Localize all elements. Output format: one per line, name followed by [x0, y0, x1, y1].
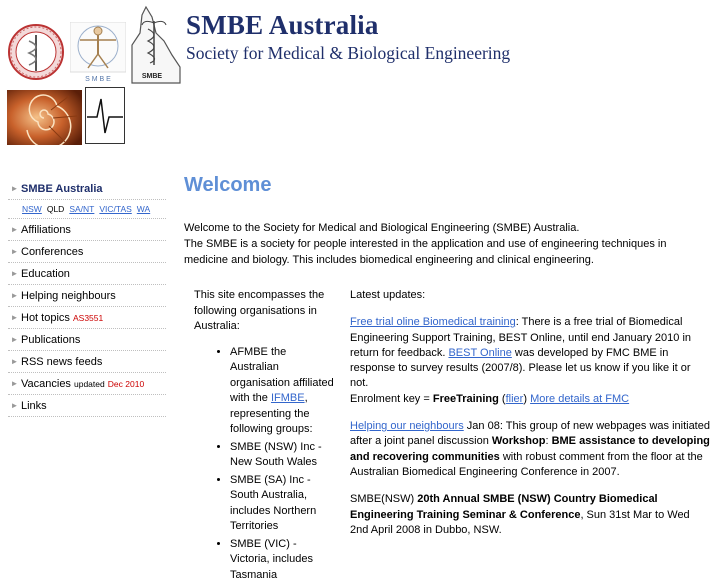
sidebar-item-label: Conferences	[21, 245, 84, 258]
sidebar-item-label: Hot topics	[21, 311, 70, 324]
organisations-column: This site encompasses the following orga…	[194, 288, 336, 585]
sidebar-item-conferences[interactable]: ► Conferences	[8, 241, 166, 263]
sidebar-item-label: Publications	[21, 333, 81, 346]
site-subtitle: Society for Medical & Biological Enginee…	[186, 43, 511, 63]
organisations-lead: This site encompasses the following orga…	[194, 289, 325, 332]
sidebar-item-links[interactable]: ► Links	[8, 395, 166, 417]
update-country-seminar: SMBE(NSW) 20th Annual SMBE (NSW) Country…	[350, 493, 690, 536]
chevron-right-icon: ►	[10, 335, 19, 344]
vacancies-note: updated	[74, 378, 105, 389]
sidebar-item-publications[interactable]: ► Publications	[8, 329, 166, 351]
intro-line-2: The SMBE is a society for people interes…	[184, 238, 667, 266]
chevron-right-icon: ►	[10, 357, 19, 366]
more-details-fmc-link[interactable]: More details at FMC	[530, 393, 629, 405]
sidebar-item-vacancies[interactable]: ► Vacancies updated Dec 2010	[8, 373, 166, 395]
sidebar-item-helping-neighbours[interactable]: ► Helping neighbours	[8, 285, 166, 307]
intro-line-1: Welcome to the Society for Medical and B…	[184, 222, 580, 234]
best-online-link[interactable]: BEST Online	[448, 347, 511, 359]
sidebar-item-smbe-australia[interactable]: ► SMBE Australia	[8, 178, 166, 200]
sidebar-item-rss-news-feeds[interactable]: ► RSS news feeds	[8, 351, 166, 373]
queensland-caduceus-logo: SMBE	[128, 5, 184, 85]
page-heading: Welcome	[184, 174, 272, 196]
helping-neighbours-link[interactable]: Helping our neighbours	[350, 420, 464, 432]
update-helping-neighbours: Helping our neighbours Jan 08: This grou…	[350, 420, 710, 478]
nautilus-shell-image	[7, 90, 82, 145]
state-link-nsw[interactable]: NSW	[22, 204, 42, 214]
list-item: SMBE (SA) Inc - South Australia, include…	[230, 473, 336, 535]
intro-text: Welcome to the Society for Medical and B…	[184, 220, 709, 268]
svg-text:S M B E: S M B E	[85, 76, 111, 83]
vacancies-badge: Dec 2010	[107, 378, 145, 389]
chevron-right-icon: ►	[10, 313, 19, 322]
hot-topics-badge: AS3551	[72, 312, 104, 323]
chevron-right-icon: ►	[10, 247, 19, 256]
flier-link[interactable]: flier	[506, 393, 524, 405]
list-item: SMBE (NSW) Inc - New South Wales	[230, 440, 336, 471]
sidebar-item-label: Education	[21, 267, 70, 280]
sidebar-item-label: Vacancies	[21, 377, 71, 390]
sidebar-item-label: Helping neighbours	[21, 289, 116, 302]
sidebar-item-label: SMBE Australia	[21, 182, 103, 195]
state-link-vic-tas[interactable]: VIC/TAS	[99, 204, 131, 214]
site-title: SMBE Australia	[186, 10, 379, 40]
free-trial-link[interactable]: Free trial oline Biomedical training	[350, 316, 516, 328]
ifmbe-link[interactable]: IFMBE	[271, 392, 305, 404]
chevron-right-icon: ►	[10, 379, 19, 388]
header-logos: S M B E SMBE	[0, 0, 185, 150]
organisations-list: AFMBE the Australian organisation affili…	[194, 345, 336, 584]
enrolment-key: FreeTraining	[432, 392, 499, 405]
chevron-right-icon: ►	[10, 184, 19, 193]
sidebar-item-affiliations[interactable]: ► Affiliations	[8, 219, 166, 241]
sidebar-item-label: RSS news feeds	[21, 355, 103, 368]
chevron-right-icon: ►	[10, 225, 19, 234]
latest-updates-column: Latest updates: Free trial oline Biomedi…	[350, 288, 710, 550]
update-free-trial: Free trial oline Biomedical training: Th…	[350, 316, 692, 405]
list-item: SMBE (VIC) - Victoria, includes Tasmania	[230, 537, 336, 584]
sidebar-item-hot-topics[interactable]: ► Hot topics AS3551	[8, 307, 166, 329]
chevron-right-icon: ►	[10, 291, 19, 300]
state-link-wa[interactable]: WA	[137, 204, 150, 214]
sidebar-nav: ► SMBE Australia NSW QLD SA/NT VIC/TAS W…	[8, 178, 166, 417]
state-label-qld: QLD	[46, 204, 65, 214]
latest-updates-heading: Latest updates:	[350, 289, 426, 301]
human-figure-logo: S M B E	[70, 22, 126, 84]
chevron-right-icon: ►	[10, 269, 19, 278]
sidebar-item-education[interactable]: ► Education	[8, 263, 166, 285]
svg-text:SMBE: SMBE	[142, 73, 163, 80]
list-item: AFMBE the Australian organisation affili…	[230, 345, 336, 438]
state-links: NSW QLD SA/NT VIC/TAS WA	[8, 200, 166, 219]
chevron-right-icon: ►	[10, 401, 19, 410]
state-link-sa-nt[interactable]: SA/NT	[69, 204, 94, 214]
sidebar-item-label: Links	[21, 399, 47, 412]
ecg-waveform-image	[85, 87, 125, 144]
sidebar-item-label: Affiliations	[21, 223, 71, 236]
medical-seal-logo	[7, 21, 65, 83]
